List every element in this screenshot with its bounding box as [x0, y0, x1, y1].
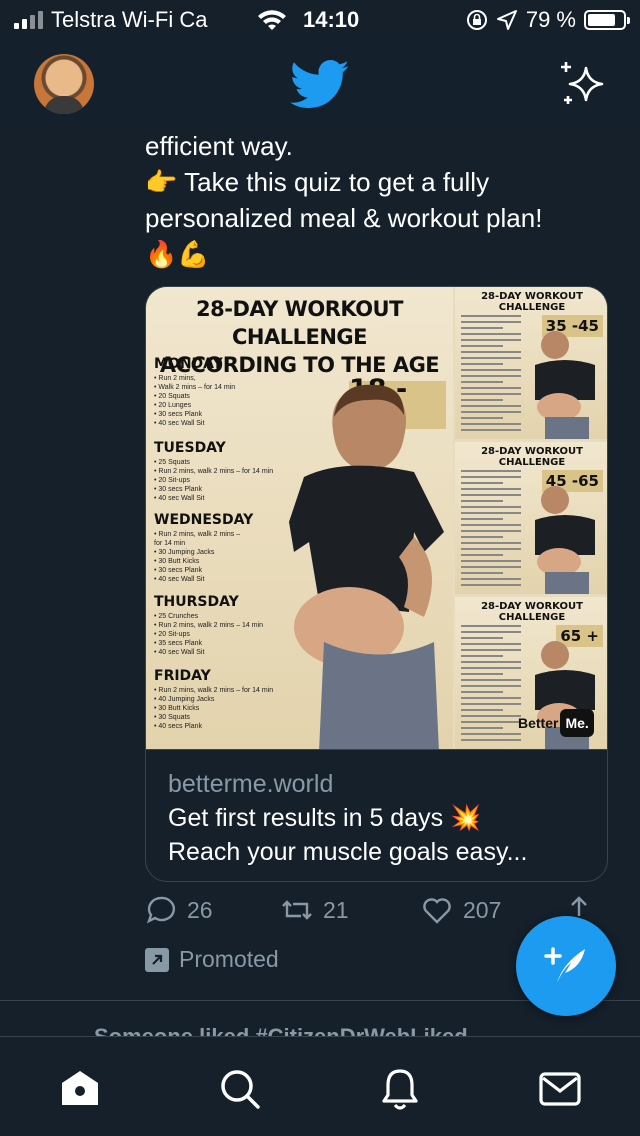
promoted-label: Promoted — [145, 946, 279, 973]
status-bar: Telstra Wi-Fi Ca 14:10 79 % — [0, 0, 640, 40]
day-block: FRIDAY • Run 2 mins, walk 2 mins – for 14… — [154, 667, 273, 731]
day-item: • Run 2 mins, walk 2 mins – for 14 min — [154, 468, 274, 475]
panel-title-line: 28-DAY WORKOUT CHALLENGE — [196, 297, 403, 349]
day-item: • 30 secs Plank — [154, 486, 202, 493]
day-item: • 40 secs Plank — [154, 723, 202, 730]
carrier-name: Telstra Wi-Fi Ca — [51, 7, 208, 32]
day-block: TUESDAY • 25 Squats • Run 2 mins, walk 2 m… — [154, 439, 273, 503]
reply-count: 26 — [187, 896, 213, 923]
battery-icon — [584, 10, 630, 30]
orientation-lock-icon — [466, 10, 487, 30]
heart-icon — [423, 898, 451, 924]
like-button[interactable]: 207 — [421, 894, 501, 926]
location-icon — [496, 10, 517, 30]
day-block: WEDNESDAY • Run 2 mins, walk 2 mins – for… — [154, 511, 253, 584]
day-title: TUESDAY — [154, 440, 226, 456]
day-item: • Walk 2 mins – for 14 min — [154, 384, 236, 391]
day-title: THURSDAY — [154, 594, 239, 610]
battery-percent: 79 % — [525, 7, 576, 32]
side-panel: 28-DAY WORKOUT CHALLENGE 45 -65 — [455, 442, 607, 594]
day-item: • 30 Jumping Jacks — [154, 549, 215, 556]
like-count: 207 — [463, 896, 502, 923]
day-item: • 30 secs Plank — [154, 567, 202, 574]
day-item: • Run 2 mins, walk 2 mins – for 14 min — [154, 687, 274, 694]
notifications-icon[interactable] — [378, 1067, 422, 1111]
tweet-text-line: efficient way. — [145, 131, 293, 161]
compose-tweet-button[interactable] — [516, 916, 616, 1016]
day-item: • 40 sec Wall Sit — [154, 495, 205, 502]
day-item: • 30 Butt Kicks — [154, 558, 200, 565]
man-illustration — [535, 486, 595, 594]
day-item: • Run 2 mins, — [154, 375, 196, 382]
day-block: THURSDAY • 25 Crunches • Run 2 mins, walk … — [154, 593, 263, 657]
avatar[interactable] — [34, 54, 94, 114]
day-block: MONDAY • Run 2 mins, • Walk 2 mins – for 1… — [154, 355, 235, 428]
day-item: • 40 Jumping Jacks — [154, 696, 215, 703]
reply-button[interactable]: 26 — [145, 894, 213, 926]
day-item: • 35 secs Plank — [154, 640, 202, 647]
day-item: • 30 secs Plank — [154, 411, 202, 418]
promoted-text: Promoted — [179, 946, 279, 972]
messages-icon[interactable] — [538, 1067, 582, 1111]
compose-feather-icon — [544, 947, 585, 983]
day-item: • 20 Lunges — [154, 402, 192, 409]
search-icon[interactable] — [218, 1067, 262, 1111]
day-item: • 20 Sit-ups — [154, 631, 190, 638]
tweet-text: efficient way. 👉 Take this quiz to get a… — [145, 128, 615, 272]
day-item: • 40 sec Wall Sit — [154, 649, 205, 656]
day-title: WEDNESDAY — [154, 512, 254, 528]
link-card[interactable]: 28-DAY WORKOUT CHALLENGE ACCORDING TO TH… — [145, 286, 608, 882]
tweet-text-line: 🔥💪 — [145, 239, 210, 269]
betterme-logo: Better Me. — [518, 705, 594, 741]
man-illustration — [535, 331, 595, 439]
day-item: • Run 2 mins, walk 2 mins – 14 min — [154, 622, 264, 629]
twitter-bird-icon[interactable] — [290, 60, 350, 110]
day-item: • 25 Squats — [154, 459, 190, 466]
promoted-icon — [145, 947, 169, 972]
tweet-text-line: personalized meal & workout plan! — [145, 203, 543, 233]
day-item: • Run 2 mins, walk 2 mins – — [154, 531, 241, 538]
man-illustration — [289, 384, 444, 749]
card-info[interactable]: betterme.world Get first results in 5 da… — [146, 749, 607, 881]
day-item: • 20 Sit-ups — [154, 477, 190, 484]
side-panel-title: 28-DAY WORKOUT CHALLENGE — [481, 446, 583, 468]
day-title: MONDAY — [154, 356, 223, 372]
day-item: • 40 sec Wall Sit — [154, 420, 205, 427]
logo-text: Me. — [560, 709, 594, 737]
day-title: FRIDAY — [154, 668, 211, 684]
side-panel: 28-DAY WORKOUT CHALLENGE 35 -45 — [455, 287, 607, 439]
day-item: • 40 sec Wall Sit — [154, 576, 205, 583]
clock: 14:10 — [303, 7, 360, 32]
main-panel: 28-DAY WORKOUT CHALLENGE ACCORDING TO TH… — [146, 287, 453, 749]
card-headline: Get first results in 5 days 💥 — [168, 804, 482, 832]
bottom-tab-bar — [0, 1036, 640, 1136]
signal-icon — [14, 11, 43, 29]
logo-text: Better — [518, 715, 559, 731]
top-nav — [0, 40, 640, 126]
retweet-count: 21 — [323, 896, 349, 923]
day-item: for 14 min — [154, 540, 186, 547]
retweet-button[interactable]: 21 — [281, 894, 349, 926]
card-description: Reach your muscle goals easy... — [168, 838, 528, 866]
day-item: • 25 Crunches — [154, 613, 199, 620]
wifi-icon — [258, 10, 286, 30]
tweet-text-line: 👉 Take this quiz to get a fully — [145, 167, 490, 197]
retweet-icon — [282, 900, 312, 920]
day-item: • 30 Butt Kicks — [154, 705, 200, 712]
sparkle-icon[interactable] — [558, 60, 608, 108]
side-panel-title: 28-DAY WORKOUT CHALLENGE — [481, 601, 583, 623]
side-panel-title: 28-DAY WORKOUT CHALLENGE — [481, 291, 583, 313]
card-domain: betterme.world — [168, 770, 334, 798]
day-item: • 20 Squats — [154, 393, 190, 400]
day-item: • 30 Squats — [154, 714, 190, 721]
card-image[interactable]: 28-DAY WORKOUT CHALLENGE ACCORDING TO TH… — [146, 287, 607, 749]
home-icon[interactable] — [58, 1067, 102, 1111]
reply-icon — [146, 896, 176, 924]
